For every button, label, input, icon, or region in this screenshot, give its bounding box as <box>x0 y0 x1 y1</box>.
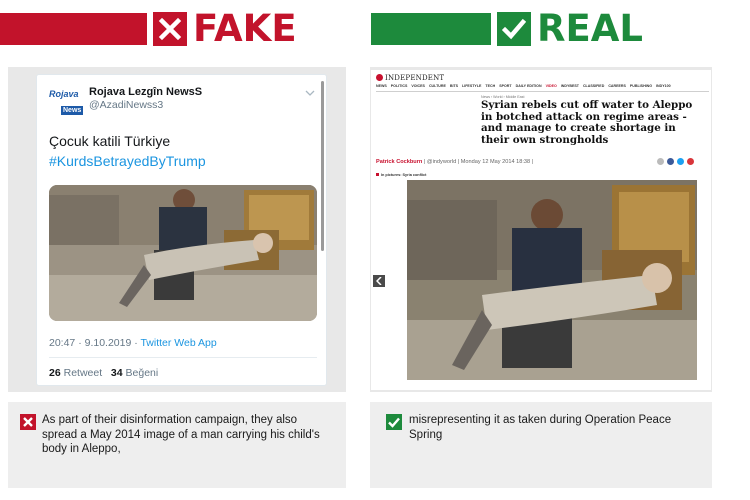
arrow-left-icon[interactable] <box>373 275 385 287</box>
nav-item[interactable]: TECH <box>485 84 495 88</box>
tweet-timestamp[interactable]: 20:47 · 9.10.2019 · <box>49 337 140 349</box>
tweet-text: Çocuk katili Türkiye <box>49 133 171 149</box>
publication-logo[interactable]: INDEPENDENT <box>376 74 444 82</box>
account-name[interactable]: Rojava Lezgîn NewsS <box>89 86 202 98</box>
nav-item[interactable]: BITS <box>450 84 458 88</box>
like-count[interactable]: 34 <box>111 367 123 379</box>
scrollbar[interactable] <box>321 81 324 251</box>
fake-header-bar <box>0 13 147 45</box>
gallery-tag[interactable]: In pictures: Syria conflict <box>376 173 426 177</box>
divider <box>376 91 709 92</box>
tweet-hashtag[interactable]: #KurdsBetrayedByTrump <box>49 151 206 171</box>
share-buttons <box>657 158 694 165</box>
fake-title: FAKE <box>193 7 297 50</box>
tweet-stats: 26 Retweet 34 Beğeni <box>49 367 158 379</box>
real-header: REAL <box>371 10 750 48</box>
account-handle[interactable]: @AzadiNewss3 <box>89 99 163 111</box>
nav-item[interactable]: DAILY EDITION <box>516 84 542 88</box>
check-icon <box>386 414 402 430</box>
tweet-source[interactable]: Twitter Web App <box>140 337 216 349</box>
nav-item[interactable]: CLASSIFIED <box>583 84 604 88</box>
comment-icon[interactable] <box>657 158 664 165</box>
share-count-icon[interactable] <box>687 158 694 165</box>
like-label[interactable]: Beğeni <box>126 367 159 379</box>
nav-item[interactable]: SPORT <box>499 84 511 88</box>
nav-item[interactable]: PUBLISHING <box>630 84 652 88</box>
nav-item[interactable]: INDYBEST <box>561 84 579 88</box>
fake-caption: As part of their disinformation campaign… <box>42 414 320 455</box>
retweet-label[interactable]: Retweet <box>64 367 103 379</box>
x-icon <box>153 12 187 46</box>
nav-item[interactable]: VOICES <box>411 84 425 88</box>
byline-details: | @indyworld | Monday 12 May 2014 18:38 … <box>422 159 534 165</box>
nav-item[interactable]: INDY100 <box>656 84 671 88</box>
retweet-count[interactable]: 26 <box>49 367 61 379</box>
nav-item-active[interactable]: VIDEO <box>546 84 557 88</box>
account-logo[interactable]: Rojava News <box>49 89 84 115</box>
article-byline: Patrick Cockburn | @indyworld | Monday 1… <box>376 159 533 165</box>
tweet-photo[interactable] <box>49 185 317 321</box>
article-card: INDEPENDENT NEWS POLITICS VOICES CULTURE… <box>371 70 711 390</box>
real-caption: misrepresenting it as taken during Opera… <box>409 414 672 441</box>
check-icon <box>497 12 531 46</box>
facebook-icon[interactable] <box>667 158 674 165</box>
independent-eagle-icon <box>376 74 383 81</box>
fake-header: FAKE <box>0 10 345 48</box>
real-title: REAL <box>537 7 643 50</box>
nav-item[interactable]: NEWS <box>376 84 387 88</box>
article-headline: Syrian rebels cut off water to Aleppo in… <box>481 99 693 146</box>
nav-item[interactable]: CULTURE <box>429 84 446 88</box>
tweet-meta: 20:47 · 9.10.2019 · Twitter Web App <box>49 337 217 349</box>
tweet-card: Rojava News Rojava Lezgîn NewsS @AzadiNe… <box>36 74 327 386</box>
nav-item[interactable]: POLITICS <box>391 84 408 88</box>
nav-item[interactable]: LIFESTYLE <box>462 84 481 88</box>
x-icon <box>20 414 36 430</box>
twitter-icon[interactable] <box>677 158 684 165</box>
bullet-icon <box>376 173 379 176</box>
divider <box>49 357 317 358</box>
article-nav: NEWS POLITICS VOICES CULTURE BITS LIFEST… <box>376 84 671 88</box>
nav-item[interactable]: CAREERS <box>608 84 626 88</box>
author-link[interactable]: Patrick Cockburn <box>376 159 422 165</box>
real-header-bar <box>371 13 491 45</box>
chevron-down-icon[interactable] <box>305 89 315 97</box>
article-photo[interactable] <box>407 180 697 380</box>
